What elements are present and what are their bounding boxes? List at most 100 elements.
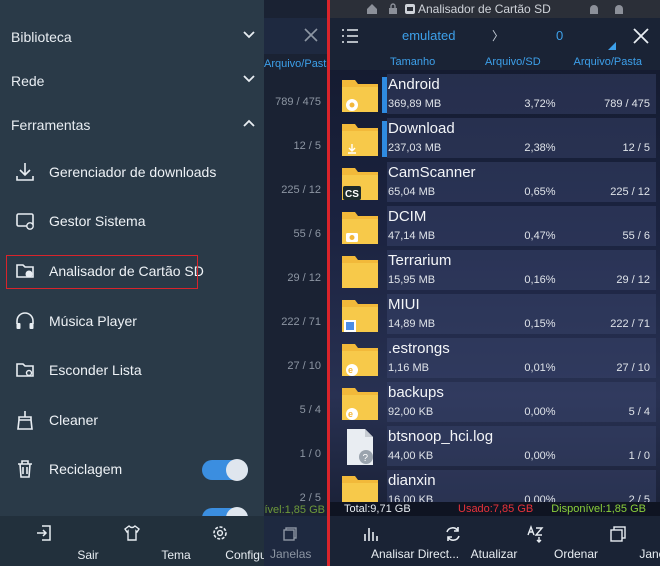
underlying-pane: Arquivo/Pasta 789 / 475 12 / 5 225 / 12 …: [264, 0, 327, 566]
row-size: 14,89 MB: [388, 318, 436, 330]
underlying-count: 12 / 5: [293, 140, 321, 152]
row-count: 55 / 6: [622, 230, 650, 242]
row-name: Download: [388, 120, 455, 137]
svg-text:CS: CS: [345, 189, 359, 200]
path-segment-current[interactable]: 0: [556, 28, 563, 43]
section-ferramentas[interactable]: Ferramentas: [0, 104, 264, 148]
row-percent: 0,65%: [524, 186, 556, 198]
chevron-down-icon: [243, 31, 255, 39]
svg-text:e: e: [348, 365, 353, 375]
file-row[interactable]: ? btsnoop_hci.log 44,00 KB 0,00% 1 / 0: [330, 424, 660, 468]
underlying-free-space: Disponível:1,85 GB: [264, 504, 325, 516]
drawer-item-musica[interactable]: Música Player: [0, 298, 264, 346]
analyze-button[interactable]: Analisar Direct...: [330, 516, 459, 566]
underlying-count: 1 / 0: [299, 448, 321, 460]
refresh-button[interactable]: Atualizar: [412, 516, 517, 566]
windows-button[interactable]: Janelas: [576, 516, 660, 566]
cleaner-icon: [17, 411, 33, 430]
file-row[interactable]: DCIM 47,14 MB 0,47% 55 / 6: [330, 204, 660, 248]
row-name: .estrongs: [388, 340, 450, 357]
section-label: Biblioteca: [11, 29, 72, 45]
drawer-bottom-bar: Sair Tema Configurações: [0, 516, 303, 566]
section-label: Ferramentas: [11, 117, 91, 133]
theme-button[interactable]: Tema: [88, 516, 191, 566]
file-row[interactable]: Terrarium 15,95 MB 0,16% 29 / 12: [330, 248, 660, 292]
refresh-icon: [446, 527, 460, 541]
file-row[interactable]: e backups 92,00 KB 0,00% 5 / 4: [330, 380, 660, 424]
total-space: Total:9,71 GB: [344, 503, 411, 515]
section-biblioteca[interactable]: Biblioteca: [0, 16, 264, 60]
sort-button[interactable]: Ordenar: [494, 516, 598, 566]
row-name: CamScanner: [388, 164, 476, 181]
row-size: 237,03 MB: [388, 142, 442, 154]
windows-icon: [610, 526, 626, 542]
svg-text:e: e: [348, 409, 353, 419]
file-row[interactable]: MIUI 14,89 MB 0,15% 222 / 71: [330, 292, 660, 336]
row-name: MIUI: [388, 296, 420, 313]
reciclagem-toggle[interactable]: [202, 459, 248, 481]
row-size: 92,00 KB: [388, 406, 434, 418]
exit-button[interactable]: Sair: [0, 516, 99, 566]
column-file-pct[interactable]: Arquivo/SD: [485, 56, 541, 68]
drawer-item-gestor-sistema[interactable]: Gestor Sistema: [0, 198, 264, 246]
drawer-item-label: Reciclagem: [49, 461, 123, 477]
exit-icon: [37, 525, 51, 541]
row-count: 789 / 475: [604, 98, 650, 110]
file-row[interactable]: e .estrongs 1,16 MB 0,01% 27 / 10: [330, 336, 660, 380]
chevron-up-icon: [243, 119, 255, 127]
column-file-folder[interactable]: Arquivo/Pasta: [574, 56, 642, 68]
row-count: 5 / 4: [628, 406, 650, 418]
section-label: Rede: [11, 73, 45, 89]
file-row[interactable]: Android 369,89 MB 3,72% 789 / 475: [330, 72, 660, 116]
row-percent: 0,00%: [524, 450, 556, 462]
row-name: DCIM: [388, 208, 427, 225]
section-rede[interactable]: Rede: [0, 60, 264, 104]
drawer-item-downloads[interactable]: Gerenciador de downloads: [0, 149, 264, 197]
row-percent: 0,16%: [524, 274, 556, 286]
trash-icon: [18, 460, 32, 478]
close-icon[interactable]: [631, 26, 651, 46]
sort-icon: [527, 525, 544, 543]
folder-icon: CS: [342, 168, 378, 200]
file-row[interactable]: Download 237,03 MB 2,38% 12 / 5: [330, 116, 660, 160]
drawer-item-label: Gestor Sistema: [49, 213, 146, 229]
drawer-item-label: Música Player: [49, 313, 137, 329]
folder-icon: e: [342, 388, 378, 420]
home-icon: [367, 4, 377, 14]
list-menu-icon[interactable]: [340, 26, 360, 46]
row-name: backups: [388, 384, 444, 401]
row-name: Android: [388, 76, 440, 93]
gear-icon: [213, 526, 227, 540]
row-count: 225 / 12: [610, 186, 650, 198]
row-count: 29 / 12: [616, 274, 650, 286]
drawer-item-label: Gerenciador de downloads: [49, 164, 217, 180]
analyze-icon: [364, 528, 378, 541]
system-manager-icon: [16, 213, 34, 230]
row-percent: 0,47%: [524, 230, 556, 242]
drawer-item-cleaner[interactable]: Cleaner: [0, 397, 264, 445]
status-bar: Analisador de Cartão SD: [330, 0, 660, 18]
path-segment[interactable]: emulated: [402, 28, 455, 43]
android-icon: [590, 5, 598, 14]
lock-icon: [389, 3, 397, 14]
settings-button[interactable]: Configurações: [176, 516, 303, 566]
underlying-count: 5 / 4: [299, 404, 321, 416]
close-icon[interactable]: [302, 26, 320, 44]
headphones-icon: [16, 312, 34, 329]
row-size: 65,04 MB: [388, 186, 436, 198]
column-size[interactable]: Tamanho: [390, 56, 435, 68]
drawer-item-label: Esconder Lista: [49, 362, 142, 378]
file-row[interactable]: CS CamScanner 65,04 MB 0,65% 225 / 12: [330, 160, 660, 204]
drawer-item-esconder[interactable]: Esconder Lista: [0, 347, 264, 395]
folder-icon: [342, 256, 378, 288]
file-icon: ?: [347, 429, 373, 465]
row-size: 47,14 MB: [388, 230, 436, 242]
underlying-windows-label[interactable]: Janelas: [270, 547, 311, 561]
hidden-folder-icon: [16, 363, 34, 377]
chevron-down-icon: [243, 75, 255, 83]
usage-bar: [382, 121, 387, 157]
row-percent: 3,72%: [524, 98, 556, 110]
sd-analyzer-pane: Analisador de Cartão SD emulated 〉 0 Tam…: [330, 0, 660, 566]
underlying-count: 222 / 71: [281, 316, 321, 328]
storage-totals: Total:9,71 GB Usado:7,85 GB Disponível:1…: [330, 502, 660, 516]
